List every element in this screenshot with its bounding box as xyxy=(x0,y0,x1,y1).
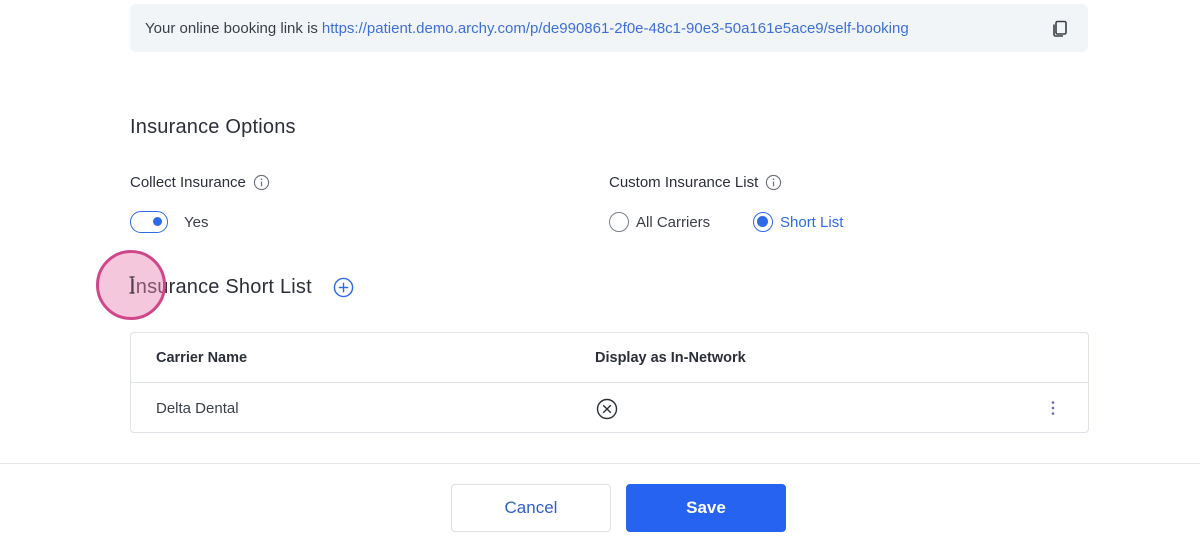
radio-all-carriers[interactable] xyxy=(609,212,629,232)
column-header-display-in-network[interactable]: Display as In-Network xyxy=(595,350,746,366)
kebab-menu-icon[interactable] xyxy=(1046,399,1060,417)
footer-actions: Cancel Save xyxy=(0,463,1200,551)
booking-link-banner: Your online booking link is https://pati… xyxy=(130,4,1088,52)
table-header-row: Carrier Name Display as In-Network xyxy=(131,333,1088,383)
collect-insurance-toggle[interactable] xyxy=(130,211,168,233)
toggle-knob xyxy=(153,217,162,226)
cancel-button[interactable]: Cancel xyxy=(451,484,611,532)
custom-insurance-list-label-text: Custom Insurance List xyxy=(609,174,759,191)
x-circle-icon xyxy=(596,398,618,420)
collect-insurance-label: Collect Insurance xyxy=(130,174,270,191)
booking-link-url[interactable]: https://patient.demo.archy.com/p/de99086… xyxy=(322,20,909,37)
radio-short-list-label[interactable]: Short List xyxy=(780,214,843,231)
info-icon[interactable] xyxy=(253,174,270,191)
insurance-options-title: Insurance Options xyxy=(130,116,296,138)
carrier-name-cell: Delta Dental xyxy=(156,400,239,417)
insurance-short-list-table: Carrier Name Display as In-Network Delta… xyxy=(130,332,1089,433)
column-header-carrier-name[interactable]: Carrier Name xyxy=(156,350,247,366)
radio-all-carriers-label[interactable]: All Carriers xyxy=(636,214,710,231)
collect-insurance-label-text: Collect Insurance xyxy=(130,174,246,191)
insurance-short-list-title: Insurance Short List xyxy=(130,276,312,298)
custom-insurance-list-label: Custom Insurance List xyxy=(609,174,782,191)
booking-link-prefix: Your online booking link is xyxy=(145,19,318,37)
info-icon[interactable] xyxy=(765,174,782,191)
copy-icon[interactable] xyxy=(1050,18,1070,38)
plus-circle-icon[interactable] xyxy=(333,277,354,298)
radio-short-list[interactable] xyxy=(753,212,773,232)
save-button[interactable]: Save xyxy=(626,484,786,532)
table-row[interactable]: Delta Dental xyxy=(131,383,1088,433)
collect-insurance-toggle-label: Yes xyxy=(184,214,209,231)
